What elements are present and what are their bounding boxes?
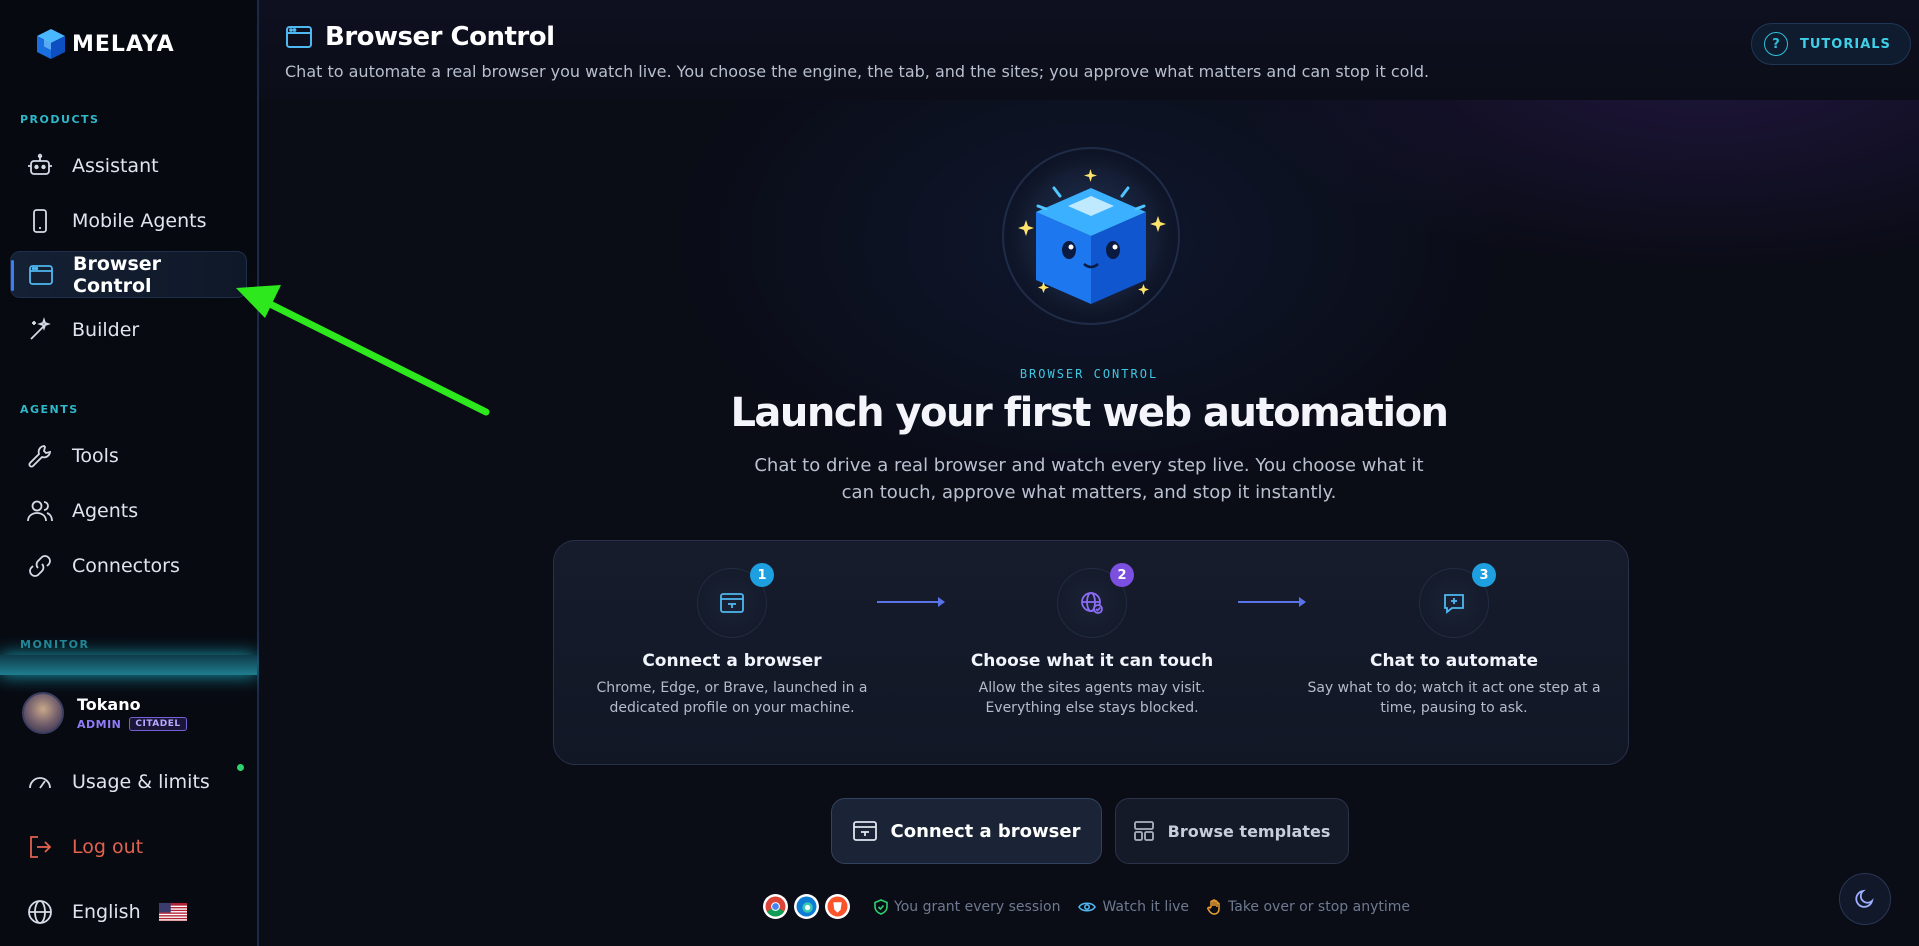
user-profile[interactable]: Tokano ADMIN CITADEL <box>22 692 187 734</box>
question-icon: ? <box>1764 32 1788 56</box>
sidebar-item-label: Builder <box>72 318 140 341</box>
page-subtitle: Chat to automate a real browser you watc… <box>285 62 1430 81</box>
sidebar-item-assistant[interactable]: Assistant <box>10 142 247 189</box>
brave-icon <box>825 894 850 919</box>
hero-eyebrow: BROWSER CONTROL <box>1019 367 1159 381</box>
user-plan-badge: CITADEL <box>129 717 187 731</box>
user-name: Tokano <box>77 695 141 714</box>
sidebar-item-builder[interactable]: Builder <box>10 306 247 353</box>
browser-window-icon <box>286 26 312 48</box>
sidebar-item-label: Assistant <box>72 154 159 177</box>
step-description: Say what to do; watch it act one step at… <box>1307 680 1601 716</box>
main-content: Browser Control Chat to automate a real … <box>259 0 1919 946</box>
us-flag-icon <box>158 902 187 921</box>
footer-takeover: Take over or stop anytime <box>1207 899 1410 915</box>
robot-icon <box>28 153 52 175</box>
step-number-badge: 1 <box>750 563 774 587</box>
step-title: Chat to automate <box>1369 651 1539 671</box>
footer-watch-live: Watch it live <box>1078 899 1189 915</box>
trust-footer: You grant every session Watch it live Ta… <box>763 894 1410 919</box>
wrench-icon <box>28 444 52 467</box>
sidebar-item-agents[interactable]: Agents <box>10 487 247 534</box>
section-label-products: PRODUCTS <box>20 113 100 126</box>
hand-icon <box>1207 898 1220 915</box>
sidebar-item-label: Browser Control <box>73 252 162 297</box>
cube-mascot-illustration <box>996 141 1186 331</box>
globe-lock-icon <box>1081 592 1103 614</box>
user-role: ADMIN <box>77 717 122 731</box>
step-icon-wrapper: 1 <box>697 563 774 638</box>
wand-icon <box>30 316 51 340</box>
step-connector-arrow <box>1238 597 1306 607</box>
logout-icon <box>30 835 52 858</box>
chrome-icon <box>763 894 788 919</box>
users-icon <box>27 500 53 521</box>
step-connector-arrow <box>877 597 945 607</box>
sidebar-item-label: Connectors <box>72 554 180 577</box>
hero-title: Launch your first web automation <box>730 390 1449 436</box>
sidebar-item-usage[interactable]: Usage & limits <box>10 758 247 805</box>
section-label-monitor: MONITOR <box>20 638 90 651</box>
brand-name: MELAYA <box>72 31 175 57</box>
shield-check-icon <box>874 898 888 915</box>
eye-icon <box>1078 901 1097 912</box>
monitor-divider <box>0 655 257 675</box>
gauge-icon <box>29 776 51 789</box>
hero-description: Chat to drive a real browser and watch e… <box>754 455 1424 503</box>
connect-browser-label: Connect a browser <box>890 820 1081 842</box>
browse-templates-button[interactable]: Browse templates <box>1115 798 1349 864</box>
sidebar-item-label: Mobile Agents <box>72 209 207 232</box>
sidebar-item-tools[interactable]: Tools <box>10 432 247 479</box>
edge-icon <box>794 894 819 919</box>
page-title: Browser Control <box>325 22 555 52</box>
browser-window-icon <box>720 593 744 613</box>
browser-window-icon <box>29 264 53 285</box>
phone-icon <box>33 208 47 233</box>
layout-template-icon <box>1133 821 1154 841</box>
step-description: Chrome, Edge, or Brave, launched in a de… <box>596 680 868 716</box>
sidebar-item-label: Tools <box>72 444 119 467</box>
step-description: Allow the sites agents may visit. Everyt… <box>978 680 1206 716</box>
footer-watch-label: Watch it live <box>1102 898 1189 915</box>
chat-bubble-icon <box>1444 594 1464 614</box>
sidebar-item-mobile-agents[interactable]: Mobile Agents <box>10 197 247 244</box>
language-selector[interactable]: English <box>10 888 247 935</box>
link-icon <box>29 554 51 577</box>
browser-window-icon <box>852 821 877 841</box>
section-label-agents: AGENTS <box>20 403 79 416</box>
browse-templates-label: Browse templates <box>1167 821 1331 841</box>
steps-card: 1 Connect a browser Chrome, Edge, or Bra… <box>553 540 1629 765</box>
step-title: Connect a browser <box>642 651 822 671</box>
logout-button[interactable]: Log out <box>10 823 247 870</box>
step-number-badge: 2 <box>1110 563 1134 587</box>
footer-takeover-label: Take over or stop anytime <box>1228 898 1410 915</box>
step-icon-wrapper: 2 <box>1057 563 1134 638</box>
sidebar-item-label: Usage & limits <box>72 770 210 793</box>
brand-logo[interactable]: MELAYA <box>34 27 175 61</box>
footer-grant-label: You grant every session <box>894 898 1061 915</box>
avatar <box>22 692 64 734</box>
tutorials-button[interactable]: ? TUTORIALS <box>1751 23 1911 65</box>
sidebar-item-label: Agents <box>72 499 139 522</box>
connect-browser-button[interactable]: Connect a browser <box>831 798 1102 864</box>
step-icon-wrapper: 3 <box>1419 563 1496 638</box>
theme-toggle-button[interactable] <box>1839 873 1891 925</box>
footer-grant-session: You grant every session <box>874 899 1060 915</box>
sidebar: MELAYA PRODUCTS Assistant Mobile Agents … <box>0 0 259 946</box>
step-number-badge: 3 <box>1472 563 1496 587</box>
page-header: Browser Control Chat to automate a real … <box>259 0 1919 100</box>
tutorials-label: TUTORIALS <box>1800 36 1891 52</box>
moon-icon <box>1855 889 1874 908</box>
cube-logo-icon <box>37 29 65 59</box>
globe-icon <box>28 899 52 924</box>
sidebar-item-browser-control[interactable]: Browser Control <box>10 251 247 298</box>
language-label: English <box>72 900 141 923</box>
sidebar-item-label: Log out <box>72 835 144 858</box>
sidebar-item-connectors[interactable]: Connectors <box>10 542 247 589</box>
step-title: Choose what it can touch <box>970 651 1214 671</box>
